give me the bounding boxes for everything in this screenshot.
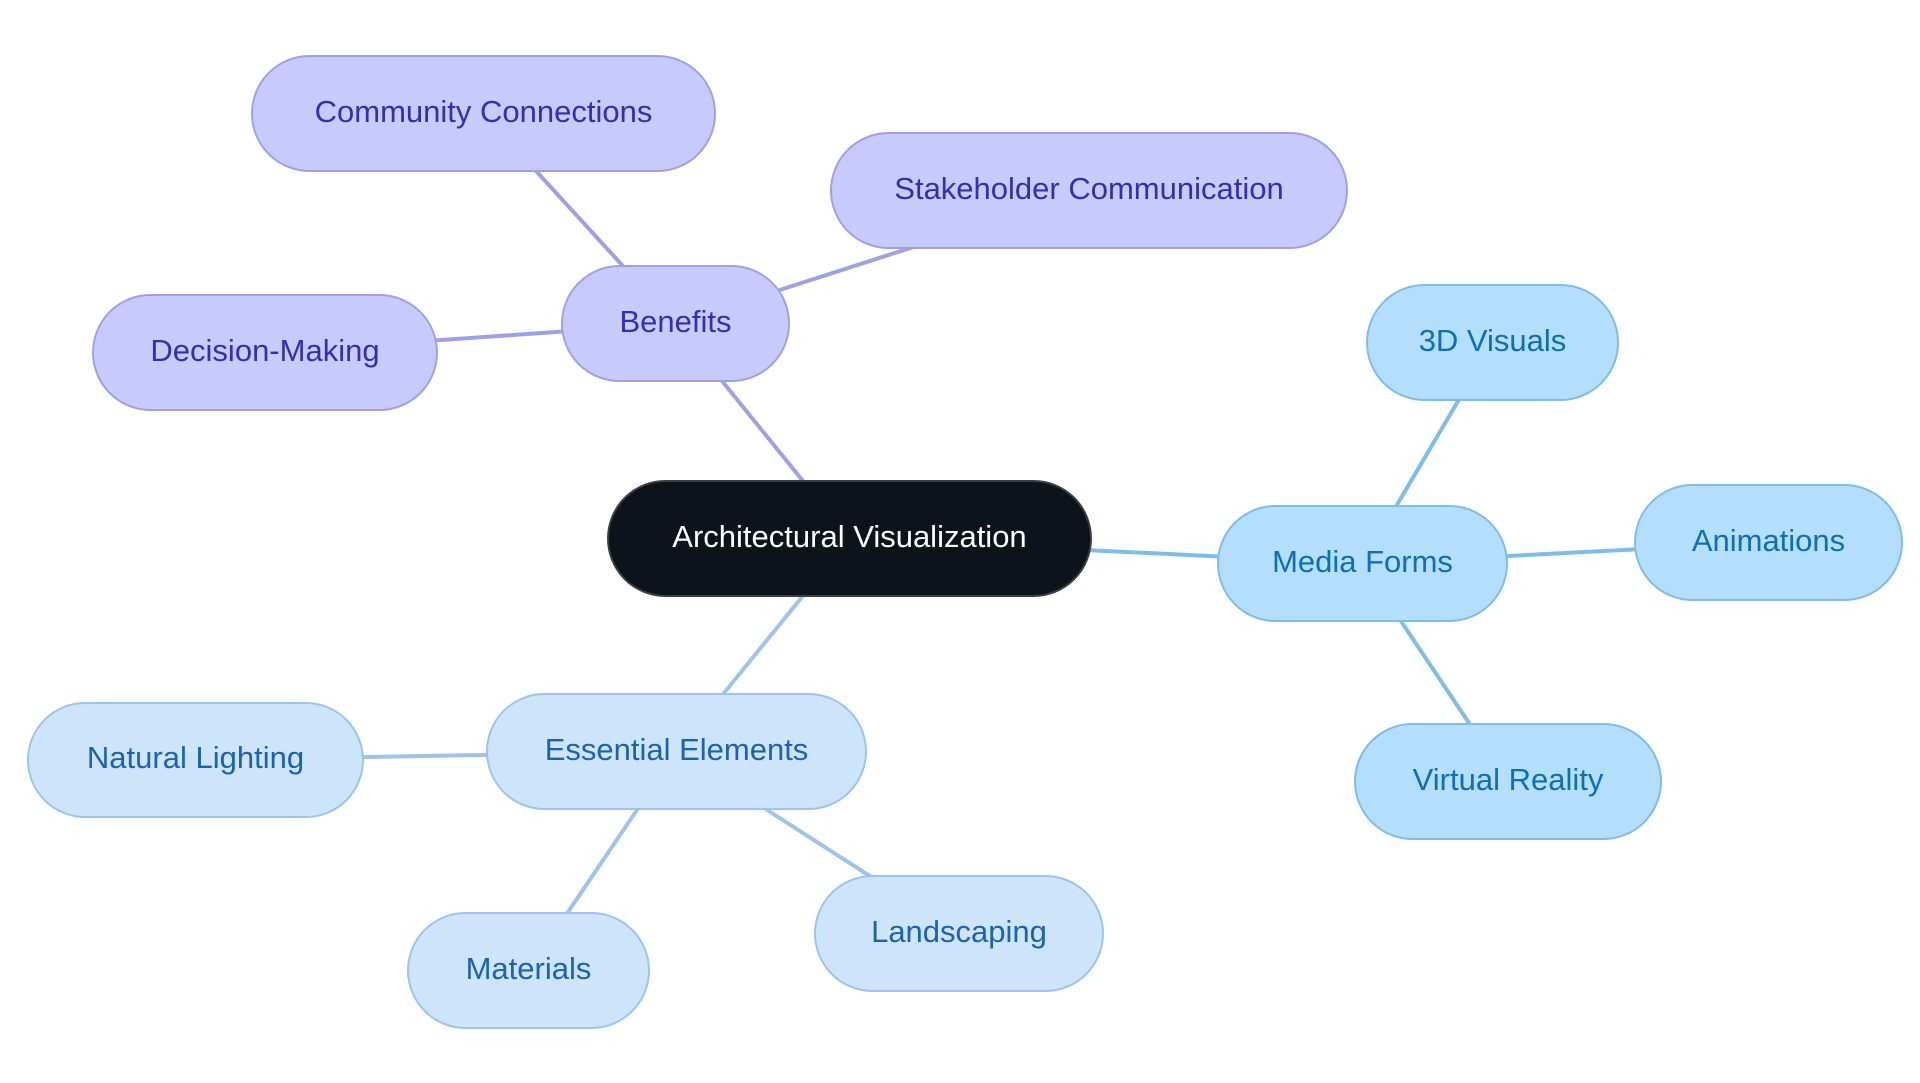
node-essential-elements[interactable]: Essential Elements (486, 693, 867, 810)
node-stakeholder-communication[interactable]: Stakeholder Communication (830, 132, 1348, 249)
node-virtual-reality[interactable]: Virtual Reality (1354, 723, 1662, 840)
node-landscaping[interactable]: Landscaping (814, 875, 1104, 992)
node-label: Stakeholder Communication (894, 170, 1284, 206)
node-label: Decision-Making (150, 332, 380, 368)
node-label: Community Connections (314, 93, 653, 129)
node-label: Materials (465, 950, 592, 986)
node-label: 3D Visuals (1418, 322, 1567, 358)
node-decision-making[interactable]: Decision-Making (92, 294, 438, 411)
node-label: Essential Elements (544, 731, 809, 767)
node-label: Virtual Reality (1412, 761, 1604, 797)
node-label: Natural Lighting (86, 740, 305, 775)
node-label: Landscaping (871, 913, 1047, 949)
node-architectural-visualization[interactable]: Architectural Visualization (607, 480, 1092, 597)
node-label: Benefits (619, 303, 732, 339)
node-natural-lighting[interactable]: Natural Lighting (27, 702, 364, 818)
node-animations[interactable]: Animations (1634, 484, 1903, 601)
node-community-connections[interactable]: Community Connections (251, 55, 716, 172)
node-3d-visuals[interactable]: 3D Visuals (1366, 284, 1619, 401)
node-media-forms[interactable]: Media Forms (1217, 505, 1508, 622)
node-label: Media Forms (1272, 543, 1453, 579)
node-label: Architectural Visualization (672, 518, 1027, 554)
node-label: Animations (1691, 522, 1846, 558)
node-benefits[interactable]: Benefits (561, 265, 790, 382)
node-materials[interactable]: Materials (407, 912, 650, 1029)
